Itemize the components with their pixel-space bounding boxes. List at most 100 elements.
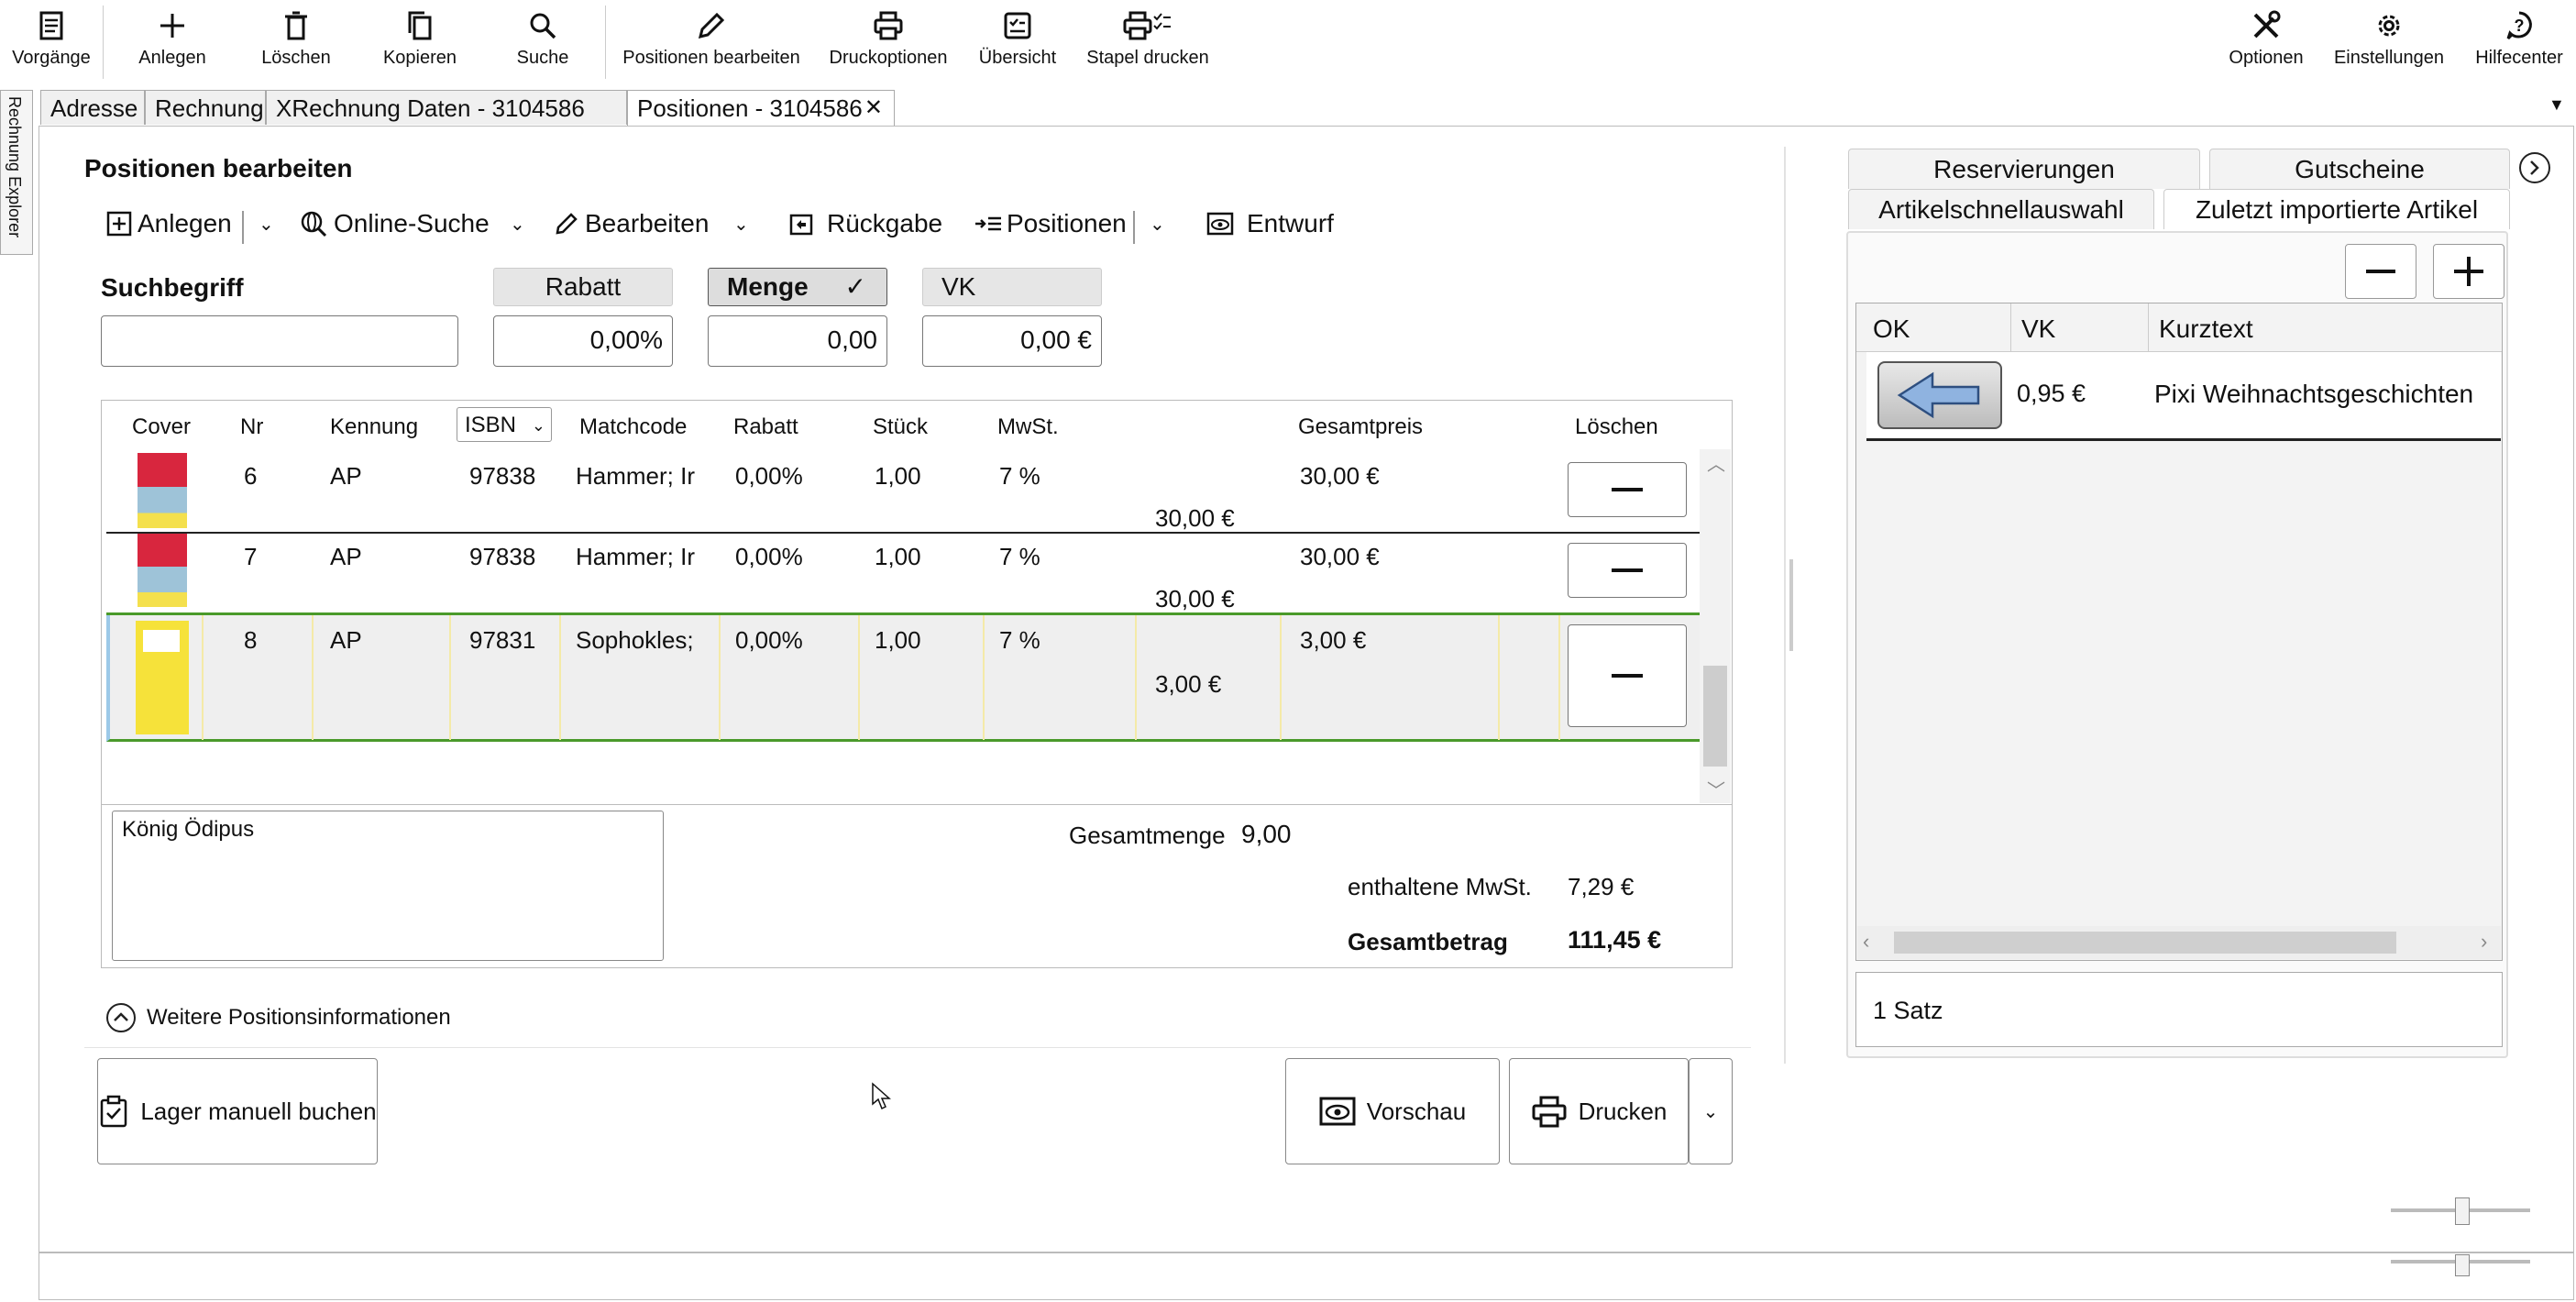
zoom-slider[interactable] bbox=[2391, 1254, 2530, 1276]
online-suche-label: Online-Suche bbox=[334, 209, 490, 237]
vk-field[interactable]: 0,00 € bbox=[922, 315, 1102, 367]
menge-header[interactable]: Menge ✓ bbox=[708, 268, 887, 306]
chevron-down-icon[interactable]: ⌄ bbox=[1150, 213, 1165, 236]
toolbar-hilfecenter[interactable]: ? Hilfecenter bbox=[2470, 0, 2569, 83]
scrollbar-thumb[interactable] bbox=[1703, 666, 1727, 767]
toolbar-suche[interactable]: Suche bbox=[499, 0, 587, 83]
bearbeiten-button[interactable]: Bearbeiten bbox=[554, 209, 709, 238]
toolbar-vorgaenge[interactable]: Vorgänge bbox=[7, 0, 95, 83]
vk-header[interactable]: VK bbox=[922, 268, 1102, 306]
toolbar-stapel-drucken[interactable]: Stapel drucken bbox=[1082, 0, 1214, 83]
drucken-dropdown[interactable]: ⌄ bbox=[1689, 1058, 1733, 1164]
zoom-slider[interactable] bbox=[2391, 1197, 2530, 1225]
toolbar-separator bbox=[103, 6, 104, 79]
tab-rechnung[interactable]: Rechnung bbox=[145, 90, 266, 125]
list-item[interactable]: 0,95 € Pixi Weihnachtsgeschichten bbox=[1866, 352, 2501, 441]
rabatt-field[interactable]: 0,00% bbox=[493, 315, 673, 367]
table-row[interactable]: 7 AP 97838 Hammer; Ir 0,00% 1,00 7 % 30,… bbox=[106, 532, 1701, 615]
positionen-button[interactable]: Positionen bbox=[974, 209, 1127, 238]
col-kurztext[interactable]: Kurztext bbox=[2159, 314, 2253, 344]
remove-item-button[interactable] bbox=[2345, 244, 2416, 299]
entwurf-label: Entwurf bbox=[1247, 209, 1334, 237]
col-vk[interactable]: VK bbox=[2021, 314, 2055, 344]
toolbar-uebersicht[interactable]: Übersicht bbox=[972, 0, 1063, 83]
slider-thumb[interactable] bbox=[2455, 1197, 2470, 1225]
cell-stueck: 1,00 bbox=[875, 462, 921, 490]
mwst-value: 7,29 € bbox=[1568, 873, 1635, 900]
pencil-icon bbox=[698, 12, 725, 39]
col-mwst[interactable]: MwSt. bbox=[997, 414, 1059, 440]
table-scrollbar[interactable]: ︿ ﹀ bbox=[1700, 449, 1731, 803]
eye-icon bbox=[1319, 1097, 1356, 1126]
tab-gutscheine[interactable]: Gutscheine bbox=[2209, 149, 2510, 189]
suchbegriff-label: Suchbegriff bbox=[101, 273, 244, 302]
toolbar-loeschen[interactable]: Löschen bbox=[252, 0, 340, 83]
col-matchcode[interactable]: Matchcode bbox=[579, 414, 687, 440]
article-title-text: König Ödipus bbox=[122, 817, 255, 842]
article-title-box[interactable]: König Ödipus bbox=[112, 811, 664, 961]
col-gesamtpreis[interactable]: Gesamtpreis bbox=[1298, 414, 1423, 440]
scroll-down-icon[interactable]: ﹀ bbox=[1707, 776, 1725, 802]
sidebar-explorer-tab[interactable]: Rechnung Explorer bbox=[5, 96, 24, 237]
delete-row-button[interactable] bbox=[1568, 624, 1687, 727]
positionen-dropdown[interactable] bbox=[1133, 211, 1135, 244]
col-kennung[interactable]: Kennung bbox=[330, 414, 418, 440]
document-list-icon bbox=[39, 11, 63, 40]
splitter-grip[interactable] bbox=[1789, 559, 1793, 651]
toolbar-positionen-bearbeiten[interactable]: Positionen bearbeiten bbox=[620, 0, 803, 83]
scroll-up-icon[interactable]: ︿ bbox=[1707, 449, 1725, 476]
col-nr[interactable]: Nr bbox=[240, 414, 263, 440]
col-isbn[interactable]: ISBN ⌄ bbox=[457, 407, 552, 442]
cell-einzelpreis: 30,00 € bbox=[1155, 504, 1235, 532]
toolbar-einstellungen[interactable]: Einstellungen bbox=[2334, 0, 2444, 83]
cell-mwst: 7 % bbox=[999, 626, 1040, 654]
anlegen-dropdown[interactable] bbox=[242, 211, 244, 244]
drucken-button[interactable]: Drucken bbox=[1509, 1058, 1689, 1164]
chevron-down-icon[interactable]: ⌄ bbox=[259, 213, 274, 236]
expand-right-icon[interactable] bbox=[2517, 150, 2552, 190]
rabatt-header[interactable]: Rabatt bbox=[493, 268, 673, 306]
vorschau-button[interactable]: Vorschau bbox=[1285, 1058, 1500, 1164]
menge-field[interactable]: 0,00 bbox=[708, 315, 887, 367]
tab-overflow-icon[interactable]: ▼ bbox=[2548, 95, 2565, 115]
delete-row-button[interactable] bbox=[1568, 543, 1687, 598]
close-icon[interactable]: ✕ bbox=[864, 91, 883, 126]
horizontal-scrollbar[interactable]: ‹ › bbox=[1857, 926, 2501, 959]
tab-xrechnung[interactable]: XRechnung Daten - 3104586 bbox=[266, 90, 627, 125]
col-rabatt[interactable]: Rabatt bbox=[733, 414, 798, 440]
entwurf-button[interactable]: Entwurf bbox=[1206, 209, 1334, 238]
toolbar-druckoptionen[interactable]: Druckoptionen bbox=[823, 0, 953, 83]
toolbar-label: Suche bbox=[516, 48, 569, 68]
anlegen-button[interactable]: Anlegen bbox=[106, 209, 232, 238]
scrollbar-thumb[interactable] bbox=[1894, 932, 2396, 954]
table-row[interactable]: 6 AP 97838 Hammer; Ir 0,00% 1,00 7 % 30,… bbox=[106, 449, 1701, 534]
scroll-right-icon[interactable]: › bbox=[2481, 930, 2487, 954]
online-suche-button[interactable]: Online-Suche bbox=[299, 209, 490, 238]
tab-positionen[interactable]: Positionen - 3104586 ✕ bbox=[627, 90, 895, 127]
slider-thumb[interactable] bbox=[2455, 1254, 2470, 1276]
chevron-down-icon[interactable]: ⌄ bbox=[510, 213, 525, 236]
toolbar-anlegen[interactable]: Anlegen bbox=[128, 0, 216, 83]
take-over-button[interactable] bbox=[1877, 361, 2002, 429]
tab-adresse[interactable]: Adresse bbox=[40, 90, 145, 125]
add-item-button[interactable] bbox=[2433, 244, 2504, 299]
scroll-left-icon[interactable]: ‹ bbox=[1863, 930, 1869, 954]
tab-zuletzt-importiert[interactable]: Zuletzt importierte Artikel bbox=[2163, 189, 2510, 229]
lager-manuell-buchen-button[interactable]: Lager manuell buchen bbox=[97, 1058, 378, 1164]
chevron-down-icon[interactable]: ⌄ bbox=[733, 213, 749, 236]
search-input[interactable] bbox=[101, 315, 458, 367]
weitere-positionsinfo-toggle[interactable]: Weitere Positionsinformationen bbox=[105, 1001, 451, 1034]
table-row[interactable]: 8 AP 97831 Sophokles; 0,00% 1,00 7 % 3,0… bbox=[106, 615, 1701, 742]
delete-row-button[interactable] bbox=[1568, 462, 1687, 517]
tab-reservierungen[interactable]: Reservierungen bbox=[1848, 149, 2200, 189]
col-stueck[interactable]: Stück bbox=[873, 414, 928, 440]
tab-artikelschnellauswahl[interactable]: Artikelschnellauswahl bbox=[1848, 189, 2154, 229]
col-cover[interactable]: Cover bbox=[132, 414, 191, 440]
panel-splitter[interactable] bbox=[1784, 147, 1786, 1064]
col-ok[interactable]: OK bbox=[1873, 314, 1910, 344]
toolbar-optionen[interactable]: Optionen bbox=[2222, 0, 2310, 83]
rueckgabe-button[interactable]: Rückgabe bbox=[788, 209, 942, 238]
toolbar-kopieren[interactable]: Kopieren bbox=[376, 0, 464, 83]
eye-icon bbox=[1206, 212, 1234, 236]
col-loeschen[interactable]: Löschen bbox=[1575, 414, 1658, 440]
